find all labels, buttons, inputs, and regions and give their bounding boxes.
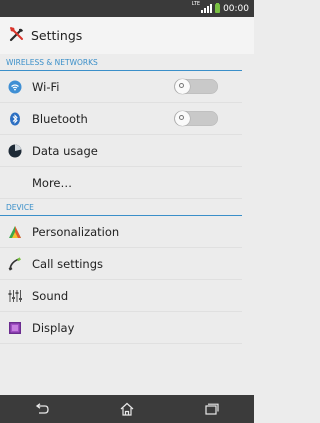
back-button[interactable] [22,395,62,423]
settings-item-wifi[interactable]: Wi-Fi [0,71,242,103]
settings-item-label: Display [32,320,75,335]
bluetooth-icon [8,112,22,126]
equalizer-icon [8,289,22,303]
recent-apps-icon [205,403,219,415]
page-title: Settings [31,28,83,43]
settings-item-label: Personalization [32,224,120,239]
settings-item-label: Data usage [32,143,98,158]
settings-item-display[interactable]: Display [0,312,242,344]
wifi-toggle[interactable] [174,79,218,94]
settings-list: WIRELESS & NETWORKS Wi-Fi Bluetooth Data… [0,54,254,344]
bluetooth-toggle[interactable] [174,111,218,126]
battery-icon [215,3,221,13]
section-header-wireless: WIRELESS & NETWORKS [0,54,242,71]
section-header-device: DEVICE [0,199,242,216]
recent-apps-button[interactable] [192,395,232,423]
phone-icon [8,256,22,271]
settings-item-label: Call settings [32,256,103,271]
status-bar: LTE 00:00 [0,0,254,17]
personalization-icon [8,225,22,239]
navigation-bar [0,395,254,423]
action-bar: Settings [0,17,254,54]
home-button[interactable] [107,395,147,423]
settings-item-more[interactable]: More… [0,167,242,199]
wifi-icon [8,80,22,94]
settings-item-data-usage[interactable]: Data usage [0,135,242,167]
settings-item-call-settings[interactable]: Call settings [0,248,242,280]
settings-item-label: More… [32,175,73,190]
settings-item-label: Bluetooth [32,111,88,126]
clock: 00:00 [223,3,249,14]
settings-item-sound[interactable]: Sound [0,280,242,312]
network-type: LTE [191,1,201,7]
display-icon [8,321,22,335]
settings-item-personalization[interactable]: Personalization [0,216,242,248]
signal-icon [201,4,213,13]
settings-tools-icon[interactable] [9,26,25,46]
settings-item-bluetooth[interactable]: Bluetooth [0,103,242,135]
settings-item-label: Wi-Fi [32,79,60,94]
back-icon [36,403,49,414]
data-usage-icon [8,144,22,158]
toggle-knob [175,79,190,94]
home-icon [120,402,134,416]
settings-item-label: Sound [32,288,69,303]
toggle-knob [175,111,190,126]
